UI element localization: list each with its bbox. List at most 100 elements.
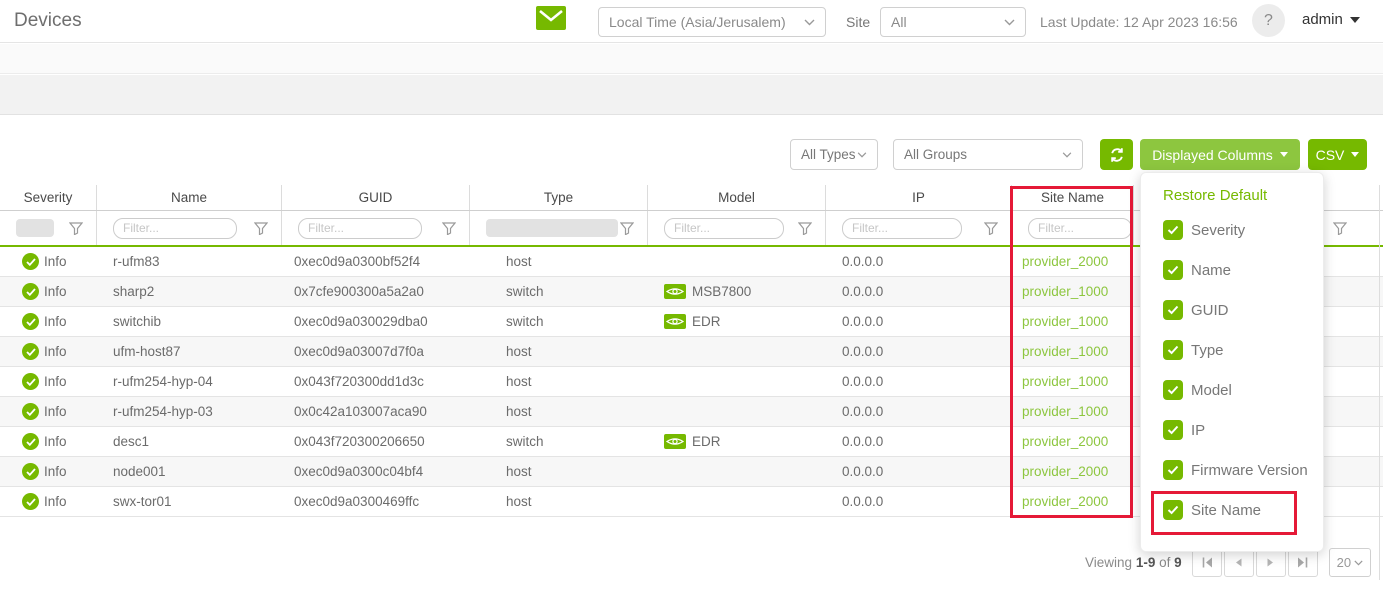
chevron-down-icon [1004,19,1015,26]
info-check-icon [22,283,39,300]
funnel-icon[interactable] [984,222,998,235]
previous-page-icon [1235,558,1242,567]
severity-cell: Info [0,487,97,516]
checkbox-checked-icon[interactable] [1163,220,1183,240]
site-name-cell: provider_2000 [1012,487,1134,516]
funnel-icon[interactable] [620,222,634,235]
columns-menu-item[interactable]: IP [1141,410,1323,450]
site-name-cell: provider_2000 [1012,427,1134,456]
columns-menu-item[interactable]: Model [1141,370,1323,410]
ip-filter-input[interactable] [842,218,962,239]
page-size-select[interactable]: 20 [1329,548,1371,577]
column-header-severity[interactable]: Severity [0,185,97,210]
checkbox-checked-icon[interactable] [1163,300,1183,320]
groups-filter-select[interactable]: All Groups [893,139,1083,170]
funnel-icon[interactable] [1333,222,1347,235]
model-cell: EDR [648,307,826,336]
column-header-guid[interactable]: GUID [282,185,470,210]
checkbox-checked-icon[interactable] [1163,340,1183,360]
guid-cell: 0x7cfe900300a5a2a0 [282,277,470,306]
next-page-button[interactable] [1256,548,1286,577]
columns-menu-item[interactable]: Severity [1141,210,1323,250]
funnel-icon[interactable] [69,222,83,235]
refresh-icon [1109,147,1125,163]
previous-page-button[interactable] [1224,548,1254,577]
columns-menu-item[interactable]: Name [1141,250,1323,290]
next-page-icon [1267,558,1274,567]
severity-label: Info [44,494,67,509]
filter-cell-type [470,211,648,245]
page-size-value: 20 [1337,555,1351,570]
severity-cell: Info [0,337,97,366]
filter-cell-name [97,211,282,245]
filter-cell-severity [0,211,97,245]
columns-menu-item-label: Name [1191,262,1231,279]
column-header-type[interactable]: Type [470,185,648,210]
site-name-cell: provider_1000 [1012,337,1134,366]
model-cell: EDR [648,427,826,456]
refresh-button[interactable] [1100,139,1133,170]
devices-page: Devices Local Time (Asia/Jerusalem) Site… [0,0,1383,616]
type-cell: host [470,457,648,486]
site-name-filter-input[interactable] [1028,218,1132,239]
columns-menu-item-label: Firmware Version [1191,462,1308,479]
funnel-icon[interactable] [798,222,812,235]
checkbox-checked-icon[interactable] [1163,500,1183,520]
checkbox-checked-icon[interactable] [1163,260,1183,280]
mail-button[interactable] [536,6,566,31]
columns-menu-item-label: IP [1191,422,1205,439]
checkbox-checked-icon[interactable] [1163,380,1183,400]
guid-filter-input[interactable] [298,218,422,239]
first-page-button[interactable] [1192,548,1222,577]
funnel-icon[interactable] [254,222,268,235]
type-filter-select[interactable] [486,219,618,237]
checkbox-checked-icon[interactable] [1163,460,1183,480]
last-update-text: Last Update: 12 Apr 2023 16:56 [1040,14,1238,30]
severity-cell: Info [0,367,97,396]
column-header-name[interactable]: Name [97,185,282,210]
timezone-select[interactable]: Local Time (Asia/Jerusalem) [598,7,826,37]
username: admin [1302,11,1343,28]
funnel-icon[interactable] [442,222,456,235]
name-cell: sharp2 [97,277,282,306]
chevron-down-icon [1350,17,1360,23]
groups-filter-value: All Groups [904,147,967,162]
help-button[interactable]: ? [1252,4,1285,37]
site-name-cell: provider_1000 [1012,277,1134,306]
info-check-icon [22,493,39,510]
column-header-model[interactable]: Model [648,185,826,210]
column-header-site-name[interactable]: Site Name [1012,185,1134,210]
site-name-cell: provider_1000 [1012,367,1134,396]
site-name-cell: provider_1000 [1012,397,1134,426]
types-filter-select[interactable]: All Types [790,139,878,170]
columns-menu-item[interactable]: Site Name [1141,490,1323,530]
site-select[interactable]: All [880,7,1026,37]
columns-menu-item[interactable]: Type [1141,330,1323,370]
model-filter-input[interactable] [664,218,784,239]
type-cell: host [470,487,648,516]
filter-band [0,75,1383,115]
type-cell: switch [470,307,648,336]
caret-down-icon [1280,152,1288,157]
model-cell [648,397,826,426]
type-cell: switch [470,427,648,456]
columns-menu-item[interactable]: GUID [1141,290,1323,330]
restore-default-button[interactable]: Restore Default [1163,187,1267,204]
checkbox-checked-icon[interactable] [1163,420,1183,440]
chevron-down-icon [1062,152,1072,158]
timezone-value: Local Time (Asia/Jerusalem) [609,14,786,30]
name-cell: r-ufm83 [97,247,282,276]
severity-filter-select[interactable] [16,219,54,237]
severity-label: Info [44,254,67,269]
displayed-columns-button[interactable]: Displayed Columns [1140,139,1300,170]
name-cell: node001 [97,457,282,486]
columns-menu-item[interactable]: Firmware Version [1141,450,1323,490]
name-filter-input[interactable] [113,218,237,239]
last-page-button[interactable] [1288,548,1318,577]
ip-cell: 0.0.0.0 [826,457,1012,486]
column-header-ip[interactable]: IP [826,185,1012,210]
csv-button[interactable]: CSV [1308,139,1367,170]
filter-cell-site-name [1012,211,1134,245]
columns-menu-item-label: Severity [1191,222,1245,239]
user-menu[interactable]: admin [1302,11,1360,28]
